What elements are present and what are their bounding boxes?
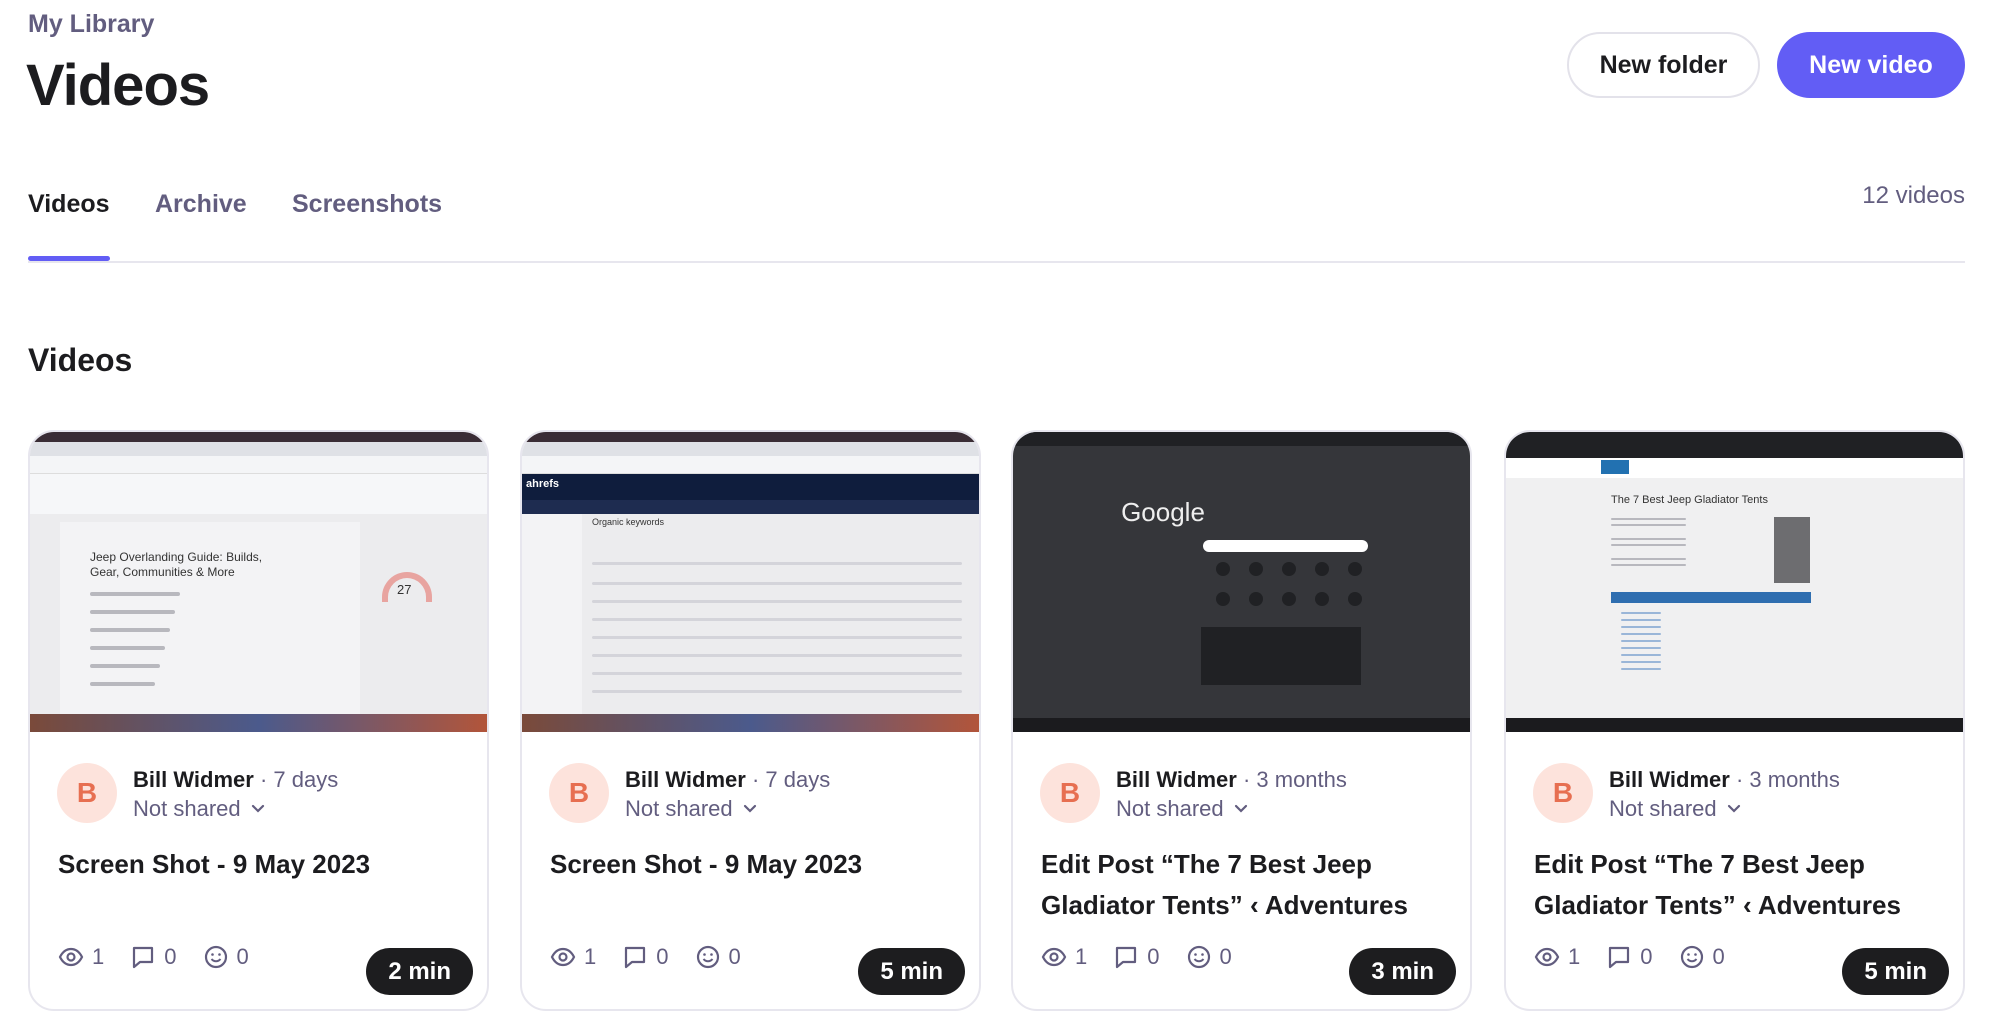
reactions-count: 0: [728, 944, 741, 969]
video-card[interactable]: The 7 Best Jeep Gladiator Tents 5 min B …: [1504, 430, 1965, 1011]
section-title: Videos: [28, 342, 133, 378]
comment-icon: [1116, 946, 1137, 969]
comments-stat[interactable]: 0: [130, 944, 177, 970]
chevron-down-icon: [251, 804, 264, 813]
duration-badge: 5 min: [1842, 948, 1949, 995]
smiley-icon: [1187, 945, 1210, 969]
thumb-heading: The 7 Best Jeep Gladiator Tents: [1611, 494, 1768, 506]
reactions-count: 0: [1219, 944, 1232, 969]
views-count: 1: [92, 944, 105, 969]
tab-videos[interactable]: Videos: [28, 190, 110, 219]
comments-count: 0: [1640, 944, 1653, 969]
comments-stat[interactable]: 0: [1606, 944, 1653, 970]
video-title[interactable]: Screen Shot - 9 May 2023: [58, 844, 468, 885]
video-age: · 7 days: [259, 767, 339, 792]
views-count: 1: [1075, 944, 1088, 969]
thumb-score: 27: [397, 582, 412, 597]
sharing-status: Not shared: [625, 796, 733, 821]
duration-badge: 2 min: [366, 948, 473, 995]
thumb-heading: Google: [1121, 497, 1205, 527]
comments-count: 0: [164, 944, 177, 969]
sharing-dropdown[interactable]: Not shared: [1116, 796, 1248, 822]
comments-stat[interactable]: 0: [1113, 944, 1160, 970]
author-name: Bill Widmer: [625, 767, 746, 792]
duration-badge: 5 min: [858, 948, 965, 995]
duration-badge: 3 min: [1349, 948, 1456, 995]
tab-screenshots[interactable]: Screenshots: [292, 190, 442, 219]
reactions-count: 0: [1712, 944, 1725, 969]
sharing-dropdown[interactable]: Not shared: [133, 796, 265, 822]
views-count: 1: [1568, 944, 1581, 969]
reactions-stat[interactable]: 0: [203, 944, 249, 970]
smiley-icon: [696, 945, 719, 969]
avatar: B: [1533, 763, 1593, 823]
avatar: B: [1040, 763, 1100, 823]
comments-count: 0: [1147, 944, 1160, 969]
video-card[interactable]: ahrefs Organic keywords 5 min B Bill Wid…: [520, 430, 981, 1011]
sharing-dropdown[interactable]: Not shared: [1609, 796, 1741, 822]
new-folder-button[interactable]: New folder: [1567, 32, 1760, 98]
sharing-status: Not shared: [1116, 796, 1224, 821]
eye-icon: [1041, 947, 1067, 967]
thumb-heading: Organic keywords: [592, 517, 665, 527]
eye-icon: [550, 947, 576, 967]
views-stat: 1: [550, 944, 596, 970]
thumb-brand: ahrefs: [526, 478, 560, 490]
video-age: · 3 months: [1735, 767, 1840, 792]
breadcrumb-my-library[interactable]: My Library: [28, 10, 154, 39]
views-stat: 1: [1534, 944, 1580, 970]
avatar: B: [57, 763, 117, 823]
comment-icon: [625, 946, 646, 969]
author-name: Bill Widmer: [133, 767, 254, 792]
author-name: Bill Widmer: [1609, 767, 1730, 792]
sharing-status: Not shared: [1609, 796, 1717, 821]
page-title: Videos: [26, 53, 210, 118]
reactions-stat[interactable]: 0: [695, 944, 741, 970]
video-card[interactable]: Jeep Overlanding Guide: Builds, Gear, Co…: [28, 430, 489, 1011]
video-card[interactable]: Google 3 min B Bill Widmer · 3 months No…: [1011, 430, 1472, 1011]
chevron-down-icon: [1727, 804, 1740, 813]
video-title[interactable]: Screen Shot - 9 May 2023: [550, 844, 960, 885]
video-thumbnail[interactable]: Jeep Overlanding Guide: Builds, Gear, Co…: [30, 432, 487, 732]
tabs-divider: [28, 261, 1965, 263]
views-count: 1: [584, 944, 597, 969]
comment-icon: [133, 946, 154, 969]
chevron-down-icon: [1234, 804, 1247, 813]
author-name: Bill Widmer: [1116, 767, 1237, 792]
video-age: · 3 months: [1242, 767, 1347, 792]
views-stat: 1: [58, 944, 104, 970]
avatar: B: [549, 763, 609, 823]
reactions-stat[interactable]: 0: [1679, 944, 1725, 970]
eye-icon: [58, 947, 84, 967]
reactions-count: 0: [236, 944, 249, 969]
video-age: · 7 days: [751, 767, 831, 792]
smiley-icon: [204, 945, 227, 969]
video-thumbnail[interactable]: The 7 Best Jeep Gladiator Tents: [1506, 432, 1963, 732]
smiley-icon: [1680, 945, 1703, 969]
thumb-heading: Jeep Overlanding Guide: Builds, Gear, Co…: [90, 550, 263, 579]
comments-stat[interactable]: 0: [622, 944, 669, 970]
video-count: 12 videos: [1862, 182, 1965, 209]
sharing-dropdown[interactable]: Not shared: [625, 796, 757, 822]
sharing-status: Not shared: [133, 796, 241, 821]
eye-icon: [1534, 947, 1560, 967]
video-title[interactable]: Edit Post “The 7 Best Jeep Gladiator Ten…: [1534, 844, 1944, 926]
comment-icon: [1609, 946, 1630, 969]
video-thumbnail[interactable]: Google: [1013, 432, 1470, 732]
new-video-button[interactable]: New video: [1777, 32, 1965, 98]
chevron-down-icon: [743, 804, 756, 813]
video-title[interactable]: Edit Post “The 7 Best Jeep Gladiator Ten…: [1041, 844, 1451, 926]
comments-count: 0: [656, 944, 669, 969]
tab-archive[interactable]: Archive: [155, 190, 247, 219]
video-thumbnail[interactable]: ahrefs Organic keywords: [522, 432, 979, 732]
views-stat: 1: [1041, 944, 1087, 970]
reactions-stat[interactable]: 0: [1186, 944, 1232, 970]
